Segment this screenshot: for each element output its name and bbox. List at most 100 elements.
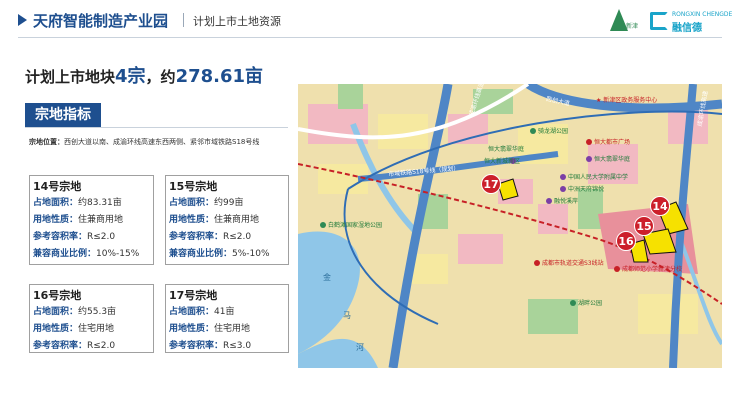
headline-middle: ，约 [145, 68, 176, 86]
title-arrow-icon [18, 14, 27, 26]
headline-prefix: 计划上市地块 [25, 68, 116, 86]
row-key: 占地面积： [33, 307, 79, 317]
river-label-jin: 金 [323, 273, 331, 282]
poi-hengda-new: 恒大新城新区 [484, 158, 521, 165]
parcel-row: 参考容积率：R≤2.0 [33, 338, 115, 351]
parcel-row: 占地面积：41亩 [169, 304, 234, 317]
row-key: 参考容积率： [169, 341, 224, 351]
row-value: 约83.31亩 [78, 198, 122, 208]
school-pin-icon [614, 266, 620, 272]
river-label-he: 河 [356, 343, 364, 352]
residential-pin-icon [560, 174, 566, 180]
residential-pin-icon [546, 198, 552, 204]
rongxin-logo-icon [650, 12, 668, 30]
headline-area: 278.61亩 [175, 66, 264, 87]
parcel-card-16: 16号宗地 占地面积：约55.3亩 用地性质：住宅用地 参考容积率：R≤2.0 [29, 284, 154, 353]
parcel-row: 参考容积率：R≤3.0 [169, 338, 251, 351]
row-value: R≤2.0 [87, 341, 116, 351]
poi-hengda: 恒大翡翠华庭 [488, 146, 525, 153]
poi-bailu-park: 白鹤滩国家湿地公园 [328, 222, 383, 229]
row-key: 占地面积： [169, 198, 215, 208]
location-text: 西创大道以南、成渝环线高速东西两侧、紧邻市域铁路S18号线 [64, 138, 260, 146]
parcel-card-17: 17号宗地 占地面积：41亩 用地性质：住宅用地 参考容积率：R≤3.0 [165, 284, 289, 353]
poi-gov-center: ★ 新津区政务服务中心 [596, 97, 658, 104]
residential-pin-icon [560, 186, 566, 192]
row-key: 参考容积率： [169, 232, 224, 242]
xinjin-logo-text: 新津 [626, 23, 639, 30]
park-pin-icon [320, 222, 326, 228]
parcel-title: 17号宗地 [169, 289, 218, 302]
row-value: 约99亩 [214, 198, 244, 208]
poi-hospital: 中洲天府锦悦 [568, 186, 605, 193]
parcel-badge-16: 16 [616, 231, 636, 251]
parcel-row: 用地性质：住兼商用地 [169, 212, 259, 225]
parcel-badge-15: 15 [634, 216, 654, 236]
commercial-pin-icon [586, 139, 592, 145]
row-value: 41亩 [214, 307, 235, 317]
parcel-row: 用地性质：住宅用地 [33, 321, 114, 334]
section-divider [25, 127, 288, 128]
title-separator [183, 13, 184, 27]
poi-hengda-square: 恒大都市广场 [594, 139, 631, 146]
row-key: 参考容积率： [33, 341, 88, 351]
poi-school: 中国人民大学附属中学 [568, 174, 629, 181]
parcel-row: 占地面积：约99亩 [169, 195, 243, 208]
parcel-title: 16号宗地 [33, 289, 82, 302]
park-pin-icon [570, 300, 576, 306]
parcel-row: 用地性质：住兼商用地 [33, 212, 123, 225]
row-key: 兼容商业比例： [169, 249, 233, 259]
parcel-row: 占地面积：约83.31亩 [33, 195, 122, 208]
row-value: 约55.3亩 [78, 307, 117, 317]
row-key: 用地性质： [169, 215, 215, 225]
residential-pin-icon [586, 156, 592, 162]
parcel-card-14: 14号宗地 占地面积：约83.31亩 用地性质：住兼商用地 参考容积率：R≤2.… [29, 175, 154, 265]
rongxin-logo-cn: 融信德 [672, 23, 702, 34]
parcel-card-15: 15号宗地 占地面积：约99亩 用地性质：住兼商用地 参考容积率：R≤2.0 兼… [165, 175, 289, 265]
section-title: 宗地指标 [25, 103, 101, 127]
rongxin-logo-en: RONGXIN CHENGDE [672, 11, 733, 18]
row-value: R≤2.0 [223, 232, 252, 242]
parcel-row: 参考容积率：R≤2.0 [33, 229, 115, 242]
parcel-row: 用地性质：住宅用地 [169, 321, 250, 334]
parcel-row: 兼容商业比例：5%-10% [169, 246, 270, 259]
poi-metro-station: 成都市轨道交通S3线站 [542, 260, 604, 267]
parcel-title: 14号宗地 [33, 180, 82, 193]
parcel-badge-17: 17 [481, 174, 501, 194]
row-key: 占地面积： [169, 307, 215, 317]
poi-yuexi: 融悦溪岸 [554, 198, 579, 205]
parcel-location: 宗地位置：西创大道以南、成渝环线高速东西两侧、紧邻市域铁路S18号线 [29, 137, 291, 147]
parcel-row: 兼容商业比例：10%-15% [33, 246, 139, 259]
rongxin-logo: RONGXIN CHENGDE 融信德 [650, 10, 733, 36]
poi-lake-park: 湖畔公园 [578, 300, 603, 307]
row-value: R≤3.0 [223, 341, 252, 351]
poi-primary-school: 成都师范小学新津分校 [622, 266, 683, 273]
park-pin-icon [530, 128, 536, 134]
row-value: 住兼商用地 [78, 215, 124, 225]
poi-hengda-2: 恒大翡翠华庭 [594, 156, 631, 163]
row-value: 5%-10% [232, 249, 270, 259]
parcel-title: 15号宗地 [169, 180, 218, 193]
row-value: 10%-15% [96, 249, 140, 259]
parcel-badge-14: 14 [650, 196, 670, 216]
headline: 计划上市地块4宗，约278.61亩 [25, 62, 263, 88]
row-value: R≤2.0 [87, 232, 116, 242]
page-title: 天府智能制造产业园 [33, 12, 169, 30]
row-key: 用地性质： [33, 324, 79, 334]
parcel-row: 占地面积：约55.3亩 [33, 304, 116, 317]
location-map: 成渝环线高速 西创大道 成渝环线高速 市域铁路S18号线（规划） ★ 新津区政务… [298, 84, 722, 368]
poi-gov-center-label: 新津区政务服务中心 [603, 97, 658, 104]
location-label: 宗地位置： [29, 138, 64, 146]
page-subtitle: 计划上市土地资源 [193, 15, 281, 28]
xinjin-logo: 新津 [608, 9, 644, 35]
station-pin-icon [534, 260, 540, 266]
row-value: 住宅用地 [214, 324, 251, 334]
row-key: 用地性质： [33, 215, 79, 225]
row-key: 占地面积： [33, 198, 79, 208]
row-value: 住兼商用地 [214, 215, 260, 225]
row-key: 参考容积率： [33, 232, 88, 242]
parcel-row: 参考容积率：R≤2.0 [169, 229, 251, 242]
river-label-ma: 马 [343, 311, 351, 320]
row-key: 用地性质： [169, 324, 215, 334]
row-value: 住宅用地 [78, 324, 115, 334]
header-divider [18, 37, 722, 38]
